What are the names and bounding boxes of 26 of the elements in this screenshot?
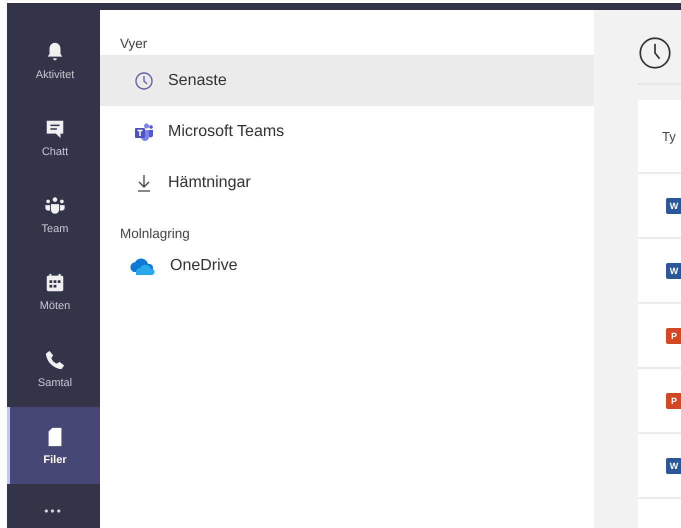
document-icon: W xyxy=(666,262,681,278)
view-item[interactable]: Microsoft Teams xyxy=(100,106,594,157)
section-heading: Molnlagring xyxy=(119,225,191,243)
app-bar-item[interactable]: Samtal xyxy=(7,330,100,407)
teams-logo-icon xyxy=(134,122,154,142)
app-bar-item[interactable]: Filer xyxy=(7,407,100,484)
more-button[interactable]: ••• xyxy=(44,504,63,518)
document-icon: P xyxy=(666,328,681,344)
column-header: Ty xyxy=(662,128,676,144)
app-bar-item[interactable]: Möten xyxy=(7,253,100,330)
app-bar-item[interactable]: Aktivitet xyxy=(7,22,100,99)
calendar-icon xyxy=(44,272,66,294)
document-icon: W xyxy=(666,198,681,214)
document-icon: W xyxy=(666,458,681,474)
cloud-icon xyxy=(128,256,156,276)
clock-icon xyxy=(638,36,672,70)
view-item[interactable]: OneDrive xyxy=(100,245,594,287)
phone-icon xyxy=(44,348,66,370)
view-item[interactable]: Hämtningar xyxy=(100,157,594,208)
clock-icon xyxy=(134,70,154,90)
document-icon: P xyxy=(666,392,681,408)
app-bar-item[interactable]: Chatt xyxy=(7,99,100,176)
app-bar-item[interactable]: Team xyxy=(7,176,100,253)
view-item[interactable]: Senaste xyxy=(100,55,594,106)
section-heading: Vyer xyxy=(119,35,148,53)
team-icon xyxy=(44,194,66,216)
